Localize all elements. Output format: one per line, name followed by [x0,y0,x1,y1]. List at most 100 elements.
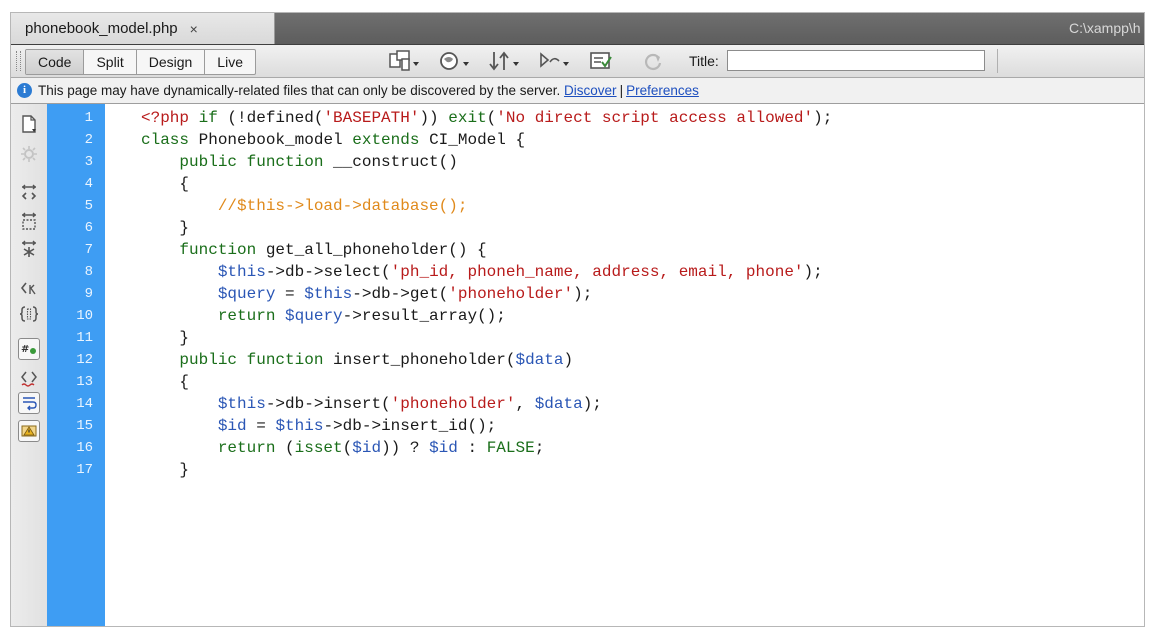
open-documents-icon[interactable] [17,112,41,136]
code-line[interactable]: { [141,173,189,195]
code-token: (!defined( [217,109,324,127]
code-token: $id [352,439,382,457]
code-line[interactable]: $query = $this->db->get('phoneholder'); [141,283,592,305]
code-token: 'phoneholder' [448,285,574,303]
code-token: ->db->get( [352,285,449,303]
line-number: 12 [76,352,93,368]
code-line[interactable]: function get_all_phoneholder() { [141,239,487,261]
code-token: $query [285,307,343,325]
preferences-link[interactable]: Preferences [626,83,699,98]
collapse-full-tag-icon[interactable] [17,182,41,206]
collapse-selection-icon[interactable] [17,210,41,234]
code-line[interactable]: { [141,371,189,393]
show-code-navigator-icon[interactable] [17,142,41,166]
code-editor[interactable]: <?php if (!defined('BASEPATH')) exit('No… [105,104,1144,626]
balance-braces-icon[interactable] [17,302,41,326]
code-token: public function [179,351,324,369]
code-token: ->db->select( [265,263,391,281]
live-view-button[interactable]: Live [205,50,255,74]
validate-icon[interactable] [587,50,621,72]
line-number: 15 [76,418,93,434]
code-token: function [179,241,257,259]
file-management-icon[interactable] [487,50,521,72]
code-token: if [198,109,218,127]
document-path: C:\xampp\h [1069,20,1141,36]
line-number: 5 [84,198,93,214]
design-view-button[interactable]: Design [137,50,206,74]
title-label: Title: [689,53,719,69]
code-token: get_all_phoneholder() { [256,241,487,259]
code-line[interactable]: } [141,327,189,349]
code-token: extends [352,131,420,149]
document-tab[interactable]: phonebook_model.php × [11,13,275,44]
code-token: 'ph_id, phoneh_name, address, email, pho… [390,263,804,281]
code-line[interactable]: return (isset($id)) ? $id : FALSE; [141,437,545,459]
select-parent-tag-icon[interactable] [17,276,41,300]
code-token: return [217,439,276,457]
code-token: = [246,417,276,435]
code-line[interactable]: $id = $this->db->insert_id(); [141,415,496,437]
code-token: ); [803,263,823,281]
code-token: __construct() [323,153,458,171]
code-view-button[interactable]: Code [26,50,85,74]
line-number: 4 [84,176,93,192]
line-number: 13 [76,374,93,390]
code-token: ( [486,109,497,127]
toolbar-divider [997,49,998,73]
code-token: isset [294,439,343,457]
code-line[interactable]: public function insert_phoneholder($data… [141,349,573,371]
code-token: } [141,219,190,237]
code-token: CI_Model { [419,131,526,149]
code-line[interactable]: //$this->load->database(); [141,195,468,217]
code-line[interactable]: public function __construct() [141,151,458,173]
toolbar-grip[interactable] [16,51,21,71]
line-numbers-icon[interactable]: # [18,338,40,360]
code-token: ->db->insert( [265,395,391,413]
multiscreen-icon[interactable] [387,50,421,72]
code-line[interactable]: <?php if (!defined('BASEPATH')) exit('No… [141,107,832,129]
preview-browser-icon[interactable] [437,50,471,72]
title-input[interactable] [727,50,985,71]
code-line[interactable]: $this->db->insert('phoneholder', $data); [141,393,602,415]
code-token: 'phoneholder' [390,395,516,413]
code-token: $data [515,351,564,369]
code-token: )) [419,109,449,127]
code-line[interactable]: return $query->result_array(); [141,305,506,327]
toolbar-icons [387,49,671,73]
expand-all-icon[interactable] [17,238,41,262]
code-line[interactable]: } [141,459,189,481]
split-view-button[interactable]: Split [84,50,137,74]
code-token: , [515,395,535,413]
code-token: ); [573,285,593,303]
code-token: insert_phoneholder( [323,351,516,369]
info-message: This page may have dynamically-related f… [38,83,561,98]
refresh-icon[interactable] [637,50,671,72]
code-token: FALSE [486,439,535,457]
code-token: public function [179,153,324,171]
code-line[interactable]: } [141,217,189,239]
discover-link[interactable]: Discover [564,83,617,98]
code-token: = [275,285,305,303]
highlight-invalid-code-icon[interactable] [17,366,41,390]
line-number: 17 [76,462,93,478]
code-line[interactable]: class Phonebook_model extends CI_Model { [141,129,525,151]
code-token: 'BASEPATH' [323,109,420,127]
visual-aids-icon[interactable] [537,50,571,72]
syntax-error-alerts-icon[interactable] [18,420,40,442]
close-tab-icon[interactable]: × [190,21,198,37]
info-icon: i [17,83,32,98]
word-wrap-icon[interactable] [18,392,40,414]
code-token: } [141,461,190,479]
code-token: ( [275,439,295,457]
code-token: ->result_array(); [342,307,506,325]
code-line[interactable]: $this->db->select('ph_id, phoneh_name, a… [141,261,823,283]
